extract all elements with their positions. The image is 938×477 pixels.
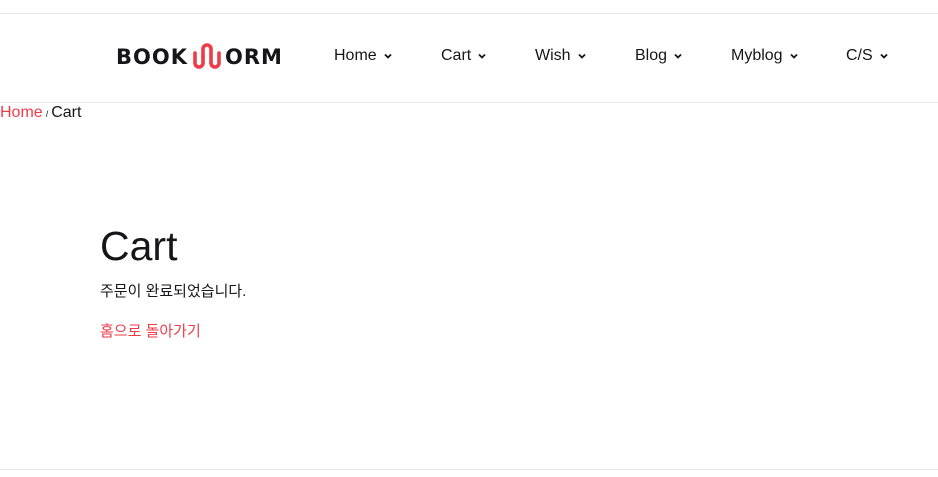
chevron-down-icon <box>478 53 486 59</box>
nav-item-blog[interactable]: Blog <box>635 47 683 65</box>
bottom-divider <box>0 469 938 470</box>
order-complete-message: 주문이 완료되었습니다. <box>100 283 247 300</box>
nav-item-home[interactable]: Home <box>334 47 393 65</box>
nav-item-label: C/S <box>846 47 873 64</box>
breadcrumb-home-link[interactable]: Home <box>0 104 43 122</box>
main-nav: Home Cart Wish Blog Myblog C/S <box>0 14 938 102</box>
chevron-down-icon <box>577 53 586 59</box>
nav-item-label: Myblog <box>731 47 783 64</box>
nav-item-myblog[interactable]: Myblog <box>731 47 799 65</box>
nav-item-cs[interactable]: C/S <box>846 47 889 65</box>
nav-item-label: Blog <box>635 47 668 64</box>
nav-item-label: Home <box>334 47 377 64</box>
nav-item-label: Cart <box>441 47 472 64</box>
chevron-down-icon <box>789 53 798 59</box>
breadcrumb: Home / Cart <box>0 104 81 122</box>
chevron-down-icon <box>880 53 888 59</box>
breadcrumb-separator: / <box>45 109 49 119</box>
back-to-home-link[interactable]: 홈으로 돌아가기 <box>100 320 201 341</box>
site-header: BOOK ORM Home Cart Wish Blog Myblog C/S <box>0 14 938 103</box>
breadcrumb-current: Cart <box>51 104 82 121</box>
page-title: Cart <box>100 223 178 269</box>
nav-item-wish[interactable]: Wish <box>535 47 587 65</box>
chevron-down-icon <box>674 53 682 59</box>
nav-item-cart[interactable]: Cart <box>441 47 487 65</box>
chevron-down-icon <box>384 53 392 59</box>
nav-item-label: Wish <box>535 47 571 64</box>
